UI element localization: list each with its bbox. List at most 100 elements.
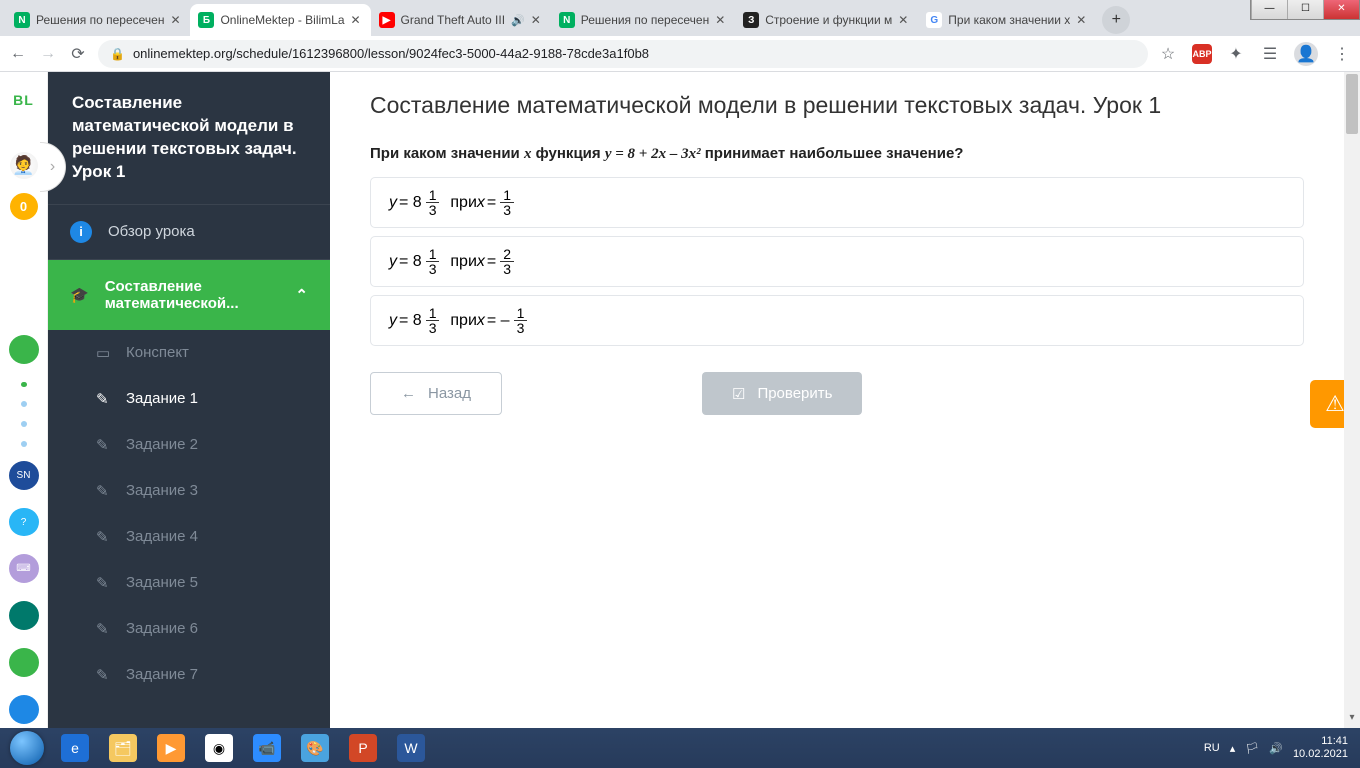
page-heading: Составление математической модели в реше…	[370, 92, 1304, 119]
sidebar-item-task-2[interactable]: ✎Задание 2	[48, 422, 330, 468]
answer-y-expr: y = 813	[389, 306, 441, 335]
rail-shortcut-help[interactable]: ?	[9, 508, 39, 537]
check-button[interactable]: ☑ Проверить	[702, 372, 862, 415]
rail-dot-4	[21, 441, 27, 447]
nav-reload-button[interactable]: ⟳	[68, 44, 88, 64]
answer-option-2[interactable]: y = 813 при x = 23	[370, 236, 1304, 287]
scrollbar-thumb[interactable]	[1346, 74, 1358, 134]
check-button-label: Проверить	[757, 385, 832, 402]
sidebar-item-konspekt[interactable]: ▭Конспект	[48, 330, 330, 376]
page-scrollbar[interactable]: ▴ ▾	[1344, 72, 1360, 728]
rail-shortcut-bilim-land[interactable]	[9, 648, 39, 677]
tray-show-hidden-icon[interactable]: ▴	[1230, 742, 1236, 755]
window-close-button[interactable]: ✕	[1323, 0, 1359, 19]
window-minimize-button[interactable]: —	[1251, 0, 1287, 19]
taskbar-explorer-icon[interactable]: 🗂	[100, 730, 146, 766]
tray-volume-icon[interactable]: 🔊	[1269, 742, 1283, 755]
tab-favicon: ▶	[379, 12, 395, 28]
bookmark-star-icon[interactable]: ☆	[1158, 44, 1178, 64]
user-avatar-icon[interactable]: 🧑‍💼	[10, 152, 38, 179]
scroll-down-arrow-icon[interactable]: ▾	[1344, 712, 1360, 728]
edit-icon: ✎	[96, 528, 112, 546]
browser-tab[interactable]: NРешения по пересечен✕	[551, 4, 735, 36]
taskbar-word-icon[interactable]: W	[388, 730, 434, 766]
tab-close-icon[interactable]: ✕	[898, 13, 910, 27]
answer-x-expr: x = – 13	[477, 306, 529, 335]
info-icon: i	[70, 221, 92, 243]
warning-triangle-icon: ⚠	[1325, 391, 1345, 417]
sidebar-item-label: Конспект	[126, 344, 189, 361]
tray-clock[interactable]: 11:41 10.02.2021	[1293, 735, 1348, 761]
sidebar-item-task-6[interactable]: ✎Задание 6	[48, 606, 330, 652]
rail-shortcut-keyboard[interactable]: ⌨	[9, 554, 39, 583]
edit-icon: ✎	[96, 666, 112, 684]
sidebar-overview-row[interactable]: i Обзор урока	[48, 204, 330, 260]
windows-orb-icon	[10, 731, 44, 765]
score-badge[interactable]: 0	[10, 193, 38, 220]
tab-close-icon[interactable]: ✕	[1076, 13, 1088, 27]
answer-x-expr: x = 23	[477, 247, 516, 276]
tray-language-indicator[interactable]: RU	[1204, 742, 1220, 754]
new-tab-button[interactable]: +	[1102, 6, 1130, 34]
taskbar-paint-icon[interactable]: 🎨	[292, 730, 338, 766]
taskbar-powerpoint-icon[interactable]: P	[340, 730, 386, 766]
tab-close-icon[interactable]: ✕	[715, 13, 727, 27]
tab-title: При каком значении x	[948, 13, 1070, 27]
tab-audio-icon[interactable]: 🔊	[511, 14, 525, 27]
tab-title: Grand Theft Auto III	[401, 13, 506, 27]
answer-option-1[interactable]: y = 813 при x = 13	[370, 177, 1304, 228]
rail-shortcut-bilim-book[interactable]	[9, 695, 39, 724]
nav-back-button[interactable]: ←	[8, 44, 28, 64]
reading-list-icon[interactable]: ☰	[1260, 44, 1280, 64]
sidebar-item-task-4[interactable]: ✎ Задание 4	[48, 514, 330, 560]
tab-close-icon[interactable]: ✕	[531, 13, 543, 27]
tab-favicon: З	[743, 12, 759, 28]
sidebar-item-task-1[interactable]: ✎Задание 1	[48, 376, 330, 422]
system-tray: RU ▴ 🏳 🔊 11:41 10.02.2021	[1204, 735, 1356, 761]
sidebar-item-task-3[interactable]: ✎Задание 3	[48, 468, 330, 514]
tray-date: 10.02.2021	[1293, 748, 1348, 761]
browser-tab[interactable]: NРешения по пересечен✕	[6, 4, 190, 36]
tab-close-icon[interactable]: ✕	[170, 13, 182, 27]
browser-tab[interactable]: БOnlineMektep - BilimLa✕	[190, 4, 370, 36]
browser-tab[interactable]: GПри каком значении x✕	[918, 4, 1096, 36]
browser-tab[interactable]: ▶ Grand Theft Auto III 🔊 ✕	[371, 4, 551, 36]
nav-forward-button[interactable]: →	[38, 44, 58, 64]
browser-toolbar: ← → ⟳ 🔒 onlinemektep.org/schedule/161239…	[0, 36, 1360, 72]
adblock-extension-icon[interactable]: ABP	[1192, 44, 1212, 64]
window-controls: — ☐ ✕	[1250, 0, 1360, 20]
sidebar-item-task-5[interactable]: ✎Задание 5	[48, 560, 330, 606]
address-bar[interactable]: 🔒 onlinemektep.org/schedule/1612396800/l…	[98, 40, 1148, 68]
tab-close-icon[interactable]: ✕	[351, 13, 363, 27]
back-button[interactable]: ← Назад	[370, 372, 502, 415]
answer-y-expr: y = 813	[389, 247, 441, 276]
rail-shortcut-bilim-lectory[interactable]	[9, 601, 39, 630]
sidebar-item-label: Задание 7	[126, 666, 198, 683]
browser-menu-icon[interactable]: ⋮	[1332, 44, 1352, 64]
sidebar-overview-label: Обзор урока	[108, 223, 195, 240]
windows-taskbar: e 🗂 ▶ ◉ 📹 🎨 P W RU ▴ 🏳 🔊 11:41 10.02.202…	[0, 728, 1360, 768]
arrow-left-icon: ←	[401, 385, 416, 402]
taskbar-zoom-icon[interactable]: 📹	[244, 730, 290, 766]
profile-avatar-button[interactable]: 👤	[1294, 42, 1318, 66]
lesson-main: Составление математической модели в реше…	[330, 72, 1344, 728]
answer-at-text: при	[441, 312, 476, 330]
sidebar-item-task-7[interactable]: ✎ Задание 7	[48, 652, 330, 698]
window-maximize-button[interactable]: ☐	[1287, 0, 1323, 19]
taskbar-ie-icon[interactable]: e	[52, 730, 98, 766]
answer-option-3[interactable]: y = 813 при x = – 13	[370, 295, 1304, 346]
rail-shortcut-smart-nation[interactable]: SN	[9, 461, 39, 490]
rail-shortcut-online-mektep[interactable]	[9, 335, 39, 364]
brand-logo[interactable]: BL	[13, 92, 34, 108]
browser-tab[interactable]: ЗСтроение и функции м✕	[735, 4, 918, 36]
sidebar-item-label: Задание 4	[126, 528, 198, 545]
back-button-label: Назад	[428, 385, 471, 402]
taskbar-chrome-icon[interactable]: ◉	[196, 730, 242, 766]
tab-title: OnlineMektep - BilimLa	[220, 13, 344, 27]
edit-icon: ✎	[96, 574, 112, 592]
start-button[interactable]	[4, 730, 50, 766]
taskbar-media-player-icon[interactable]: ▶	[148, 730, 194, 766]
extensions-icon[interactable]: ✦	[1226, 44, 1246, 64]
tray-action-center-icon[interactable]: 🏳	[1245, 742, 1259, 755]
sidebar-section-header[interactable]: 🎓 Составление математической... ⌃	[48, 260, 330, 330]
